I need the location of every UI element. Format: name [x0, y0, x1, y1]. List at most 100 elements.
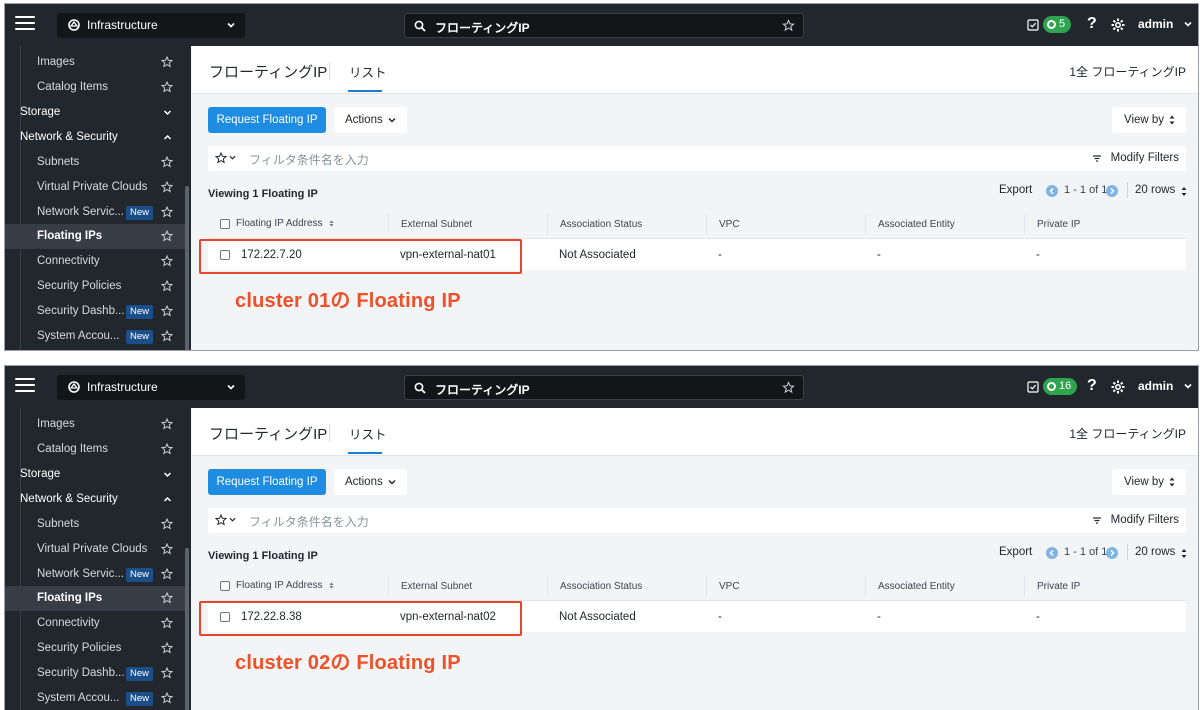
favorite-star-icon[interactable]: [161, 617, 173, 629]
sort-arrows-icon[interactable]: [1181, 548, 1187, 559]
sidebar-item[interactable]: Images: [5, 50, 185, 75]
view-by-dropdown[interactable]: View by: [1112, 107, 1186, 133]
favorite-star-icon[interactable]: [161, 56, 173, 68]
favorite-star-icon[interactable]: [161, 81, 173, 93]
actions-dropdown[interactable]: Actions: [334, 107, 407, 133]
sidebar-item[interactable]: Network Servic... New: [5, 200, 185, 225]
app-switcher[interactable]: Infrastructure: [57, 375, 245, 400]
global-search-input[interactable]: フローティングIP: [404, 13, 804, 38]
chevron-down-icon[interactable]: [1183, 381, 1193, 391]
column-header-external-subnet[interactable]: External Subnet: [388, 576, 547, 596]
actions-dropdown[interactable]: Actions: [334, 469, 407, 495]
column-header-associated-entity[interactable]: Associated Entity: [865, 214, 1024, 234]
saved-filter-star-icon[interactable]: [215, 514, 227, 526]
previous-page-icon[interactable]: [1046, 547, 1058, 559]
select-all-checkbox[interactable]: [220, 580, 230, 591]
hamburger-menu-icon[interactable]: [15, 16, 35, 34]
help-icon[interactable]: ?: [1087, 377, 1097, 395]
sidebar-item[interactable]: Subnets: [5, 512, 185, 537]
favorite-star-icon[interactable]: [161, 418, 173, 430]
global-search-input[interactable]: フローティングIP: [404, 375, 804, 400]
chevron-down-icon[interactable]: [1183, 19, 1193, 29]
sidebar-item[interactable]: Connectivity: [5, 611, 185, 636]
modify-filters-button[interactable]: Modify Filters: [1111, 152, 1179, 164]
previous-page-icon[interactable]: [1046, 185, 1058, 197]
column-header-private-ip[interactable]: Private IP: [1024, 576, 1184, 596]
sidebar-item[interactable]: Network & Security: [5, 487, 185, 512]
saved-filter-star-icon[interactable]: [215, 152, 227, 164]
sidebar-item[interactable]: Network Servic... New: [5, 562, 185, 587]
app-switcher[interactable]: Infrastructure: [57, 13, 245, 38]
sidebar-item[interactable]: Security Dashb... New: [5, 661, 185, 686]
filter-bar[interactable]: フィルタ条件名を入力 Modify Filters: [208, 508, 1186, 533]
filter-input[interactable]: フィルタ条件名を入力: [249, 513, 369, 530]
column-header-private-ip[interactable]: Private IP: [1024, 214, 1184, 234]
sidebar-item[interactable]: Storage: [5, 462, 185, 487]
favorite-star-icon[interactable]: [161, 330, 173, 342]
sidebar-item[interactable]: Images: [5, 412, 185, 437]
column-header-external-subnet[interactable]: External Subnet: [388, 214, 547, 234]
rows-per-page-select[interactable]: 20 rows: [1135, 184, 1175, 196]
next-page-icon[interactable]: [1106, 185, 1118, 197]
sidebar-item[interactable]: Subnets: [5, 150, 185, 175]
request-floating-ip-button[interactable]: Request Floating IP: [208, 107, 326, 133]
column-header-vpc[interactable]: VPC: [706, 214, 865, 234]
favorite-star-icon[interactable]: [161, 255, 173, 267]
favorite-star-icon[interactable]: [161, 156, 173, 168]
favorite-star-icon[interactable]: [161, 667, 173, 679]
favorite-star-icon[interactable]: [161, 443, 173, 455]
sidebar-scrollbar[interactable]: [185, 186, 189, 350]
favorite-star-icon[interactable]: [161, 230, 173, 242]
favorite-star-icon[interactable]: [161, 692, 173, 704]
gear-icon[interactable]: [1111, 380, 1125, 394]
sidebar-item[interactable]: Virtual Private Clouds: [5, 537, 185, 562]
view-by-dropdown[interactable]: View by: [1112, 469, 1186, 495]
column-header-floating-ip[interactable]: Floating IP Address: [236, 209, 334, 238]
modify-filters-button[interactable]: Modify Filters: [1111, 514, 1179, 526]
sidebar-item[interactable]: Security Policies: [5, 274, 185, 299]
sidebar-item[interactable]: Connectivity: [5, 249, 185, 274]
favorite-star-icon[interactable]: [161, 518, 173, 530]
favorite-star-icon[interactable]: [161, 642, 173, 654]
sidebar-item[interactable]: Security Dashb... New: [5, 299, 185, 324]
column-header-association-status[interactable]: Association Status: [547, 576, 706, 596]
sidebar-item[interactable]: System Accou... New: [5, 324, 185, 349]
column-header-floating-ip[interactable]: Floating IP Address: [236, 571, 334, 600]
help-icon[interactable]: ?: [1087, 15, 1097, 33]
favorite-star-icon[interactable]: [161, 280, 173, 292]
sidebar-item[interactable]: Network & Security: [5, 125, 185, 150]
chevron-down-icon[interactable]: [163, 470, 172, 479]
sidebar-item[interactable]: Security Policies: [5, 636, 185, 661]
tasks-icon[interactable]: [1027, 381, 1039, 393]
favorite-star-icon[interactable]: [161, 568, 173, 580]
gear-icon[interactable]: [1111, 18, 1125, 32]
favorite-star-icon[interactable]: [161, 592, 173, 604]
export-button[interactable]: Export: [999, 184, 1032, 196]
favorite-star-icon[interactable]: [782, 19, 795, 32]
user-menu-label[interactable]: admin: [1138, 379, 1173, 393]
favorite-star-icon[interactable]: [161, 181, 173, 193]
tab-list[interactable]: リスト: [349, 424, 387, 443]
next-page-icon[interactable]: [1106, 547, 1118, 559]
chevron-down-icon[interactable]: [229, 154, 236, 161]
sidebar-item[interactable]: System Accou... New: [5, 686, 185, 710]
task-count-badge[interactable]: 5: [1043, 16, 1072, 33]
sidebar-item[interactable]: Floating IPs: [5, 586, 185, 611]
request-floating-ip-button[interactable]: Request Floating IP: [208, 469, 326, 495]
sort-arrows-icon[interactable]: [1181, 186, 1187, 197]
task-count-badge[interactable]: 16: [1043, 378, 1078, 395]
chevron-up-icon[interactable]: [163, 495, 172, 504]
tab-list[interactable]: リスト: [349, 62, 387, 81]
export-button[interactable]: Export: [999, 546, 1032, 558]
filter-bar[interactable]: フィルタ条件名を入力 Modify Filters: [208, 146, 1186, 171]
favorite-star-icon[interactable]: [161, 305, 173, 317]
column-header-vpc[interactable]: VPC: [706, 576, 865, 596]
user-menu-label[interactable]: admin: [1138, 17, 1173, 31]
hamburger-menu-icon[interactable]: [15, 378, 35, 396]
sidebar-item[interactable]: Catalog Items: [5, 437, 185, 462]
tasks-icon[interactable]: [1027, 19, 1039, 31]
column-header-association-status[interactable]: Association Status: [547, 214, 706, 234]
chevron-up-icon[interactable]: [163, 133, 172, 142]
chevron-down-icon[interactable]: [229, 516, 236, 523]
column-header-associated-entity[interactable]: Associated Entity: [865, 576, 1024, 596]
